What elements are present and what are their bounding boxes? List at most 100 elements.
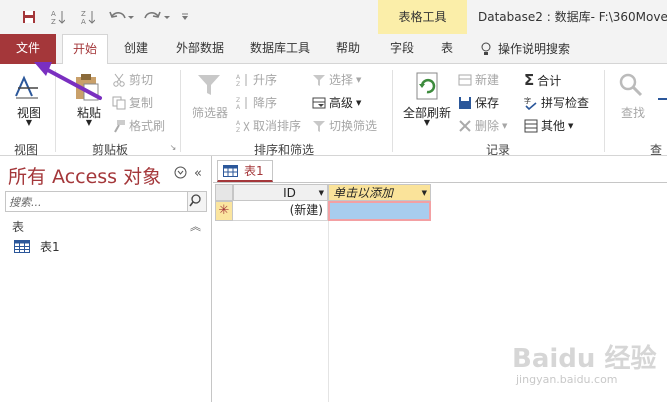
copy-icon	[112, 96, 126, 109]
refresh-all-icon[interactable]	[414, 72, 442, 102]
svg-text:A: A	[236, 120, 241, 127]
toggle-filter-button[interactable]: 切换筛选	[312, 117, 377, 134]
nav-search-placeholder: 搜索...	[9, 196, 42, 209]
new-record-button[interactable]: 新建	[458, 71, 499, 88]
tab-fields[interactable]: 字段	[384, 34, 420, 64]
tab-file[interactable]: 文件	[0, 34, 56, 64]
scissors-icon	[113, 73, 125, 87]
delete-dropdown-icon: ▼	[502, 121, 508, 130]
spelling-label: 拼写检查	[541, 96, 590, 110]
new-row-id-cell[interactable]: (新建)	[233, 201, 328, 221]
advanced-button[interactable]: 高级 ▼	[312, 94, 361, 111]
selection-button[interactable]: 选择 ▼	[312, 71, 361, 88]
tab-external-data[interactable]: 外部数据	[167, 34, 233, 64]
find-button[interactable]: 查找	[616, 104, 650, 121]
remove-sort-label: 取消排序	[253, 119, 302, 133]
undo-icon[interactable]	[106, 6, 136, 28]
svg-text:A: A	[51, 10, 56, 18]
svg-text:Z: Z	[51, 18, 56, 25]
nav-menu-dropdown-icon[interactable]	[174, 166, 187, 183]
advanced-dropdown-icon: ▼	[356, 98, 362, 107]
more-button[interactable]: 其他 ▼	[524, 117, 573, 134]
tab-table[interactable]: 表	[430, 34, 464, 64]
doc-tab-table1[interactable]: 表1	[217, 160, 273, 182]
refresh-dropdown-icon[interactable]: ▼	[422, 118, 432, 127]
sort-descending-icon: ZA	[236, 96, 247, 110]
sort-descending-qat-icon[interactable]: ZA	[78, 6, 98, 28]
svg-text:Z: Z	[236, 81, 240, 87]
funnel-icon[interactable]	[196, 72, 222, 98]
toggle-filter-label: 切换筛选	[329, 119, 378, 133]
nav-item-label: 表1	[40, 239, 60, 254]
group-separator	[55, 70, 56, 152]
copy-label: 复制	[129, 96, 154, 110]
watermark-url: jingyan.baidu.com	[516, 373, 618, 386]
cut-button[interactable]: 剪切	[112, 71, 153, 88]
totals-button[interactable]: Σ 合计	[524, 71, 561, 89]
table-icon	[223, 164, 238, 177]
more-dropdown-icon: ▼	[568, 121, 574, 130]
svg-text:字: 字	[524, 96, 531, 105]
remove-sort-button[interactable]: AZ 取消排序	[236, 117, 301, 134]
save-label: 保存	[475, 96, 500, 110]
replace-arrow-icon[interactable]	[658, 92, 667, 106]
group-separator	[392, 70, 393, 152]
paste-icon[interactable]	[72, 72, 102, 102]
select-all-corner[interactable]	[215, 184, 233, 201]
tab-home[interactable]: 开始	[62, 34, 108, 65]
lightbulb-icon	[481, 42, 491, 55]
tab-help[interactable]: 帮助	[327, 34, 369, 64]
more-icon	[524, 119, 538, 132]
new-row-add-cell[interactable]	[328, 201, 431, 221]
format-painter-button[interactable]: 格式刷	[112, 117, 165, 134]
column-dropdown-icon[interactable]: ▼	[319, 189, 324, 197]
search-icon[interactable]	[187, 192, 206, 211]
redo-icon[interactable]	[142, 6, 172, 28]
paste-dropdown-icon[interactable]: ▼	[84, 118, 94, 127]
column-header-label: ID	[283, 185, 296, 200]
spelling-button[interactable]: 字 拼写检查	[524, 94, 589, 111]
remove-sort-icon: AZ	[236, 120, 250, 133]
magnifier-icon[interactable]	[618, 72, 644, 98]
descending-button[interactable]: ZA 降序	[236, 94, 277, 111]
column-header-id[interactable]: ID ▼	[233, 184, 328, 201]
table-tools-label: 表格工具	[398, 10, 447, 24]
doc-tab-strip-border	[213, 182, 667, 183]
sort-ascending-icon: AZ	[236, 73, 247, 87]
view-icon[interactable]	[14, 72, 40, 100]
shutter-bar-close-icon[interactable]: «	[194, 166, 202, 181]
ascending-label: 升序	[253, 73, 278, 87]
tell-me-label: 操作说明搜索	[498, 42, 571, 56]
spelling-check-icon: 字	[524, 96, 537, 110]
column-dropdown-icon[interactable]: ▼	[422, 189, 427, 197]
collapse-group-icon[interactable]: ︽	[190, 218, 201, 234]
tab-database-tools[interactable]: 数据库工具	[243, 34, 317, 64]
save-record-icon	[459, 96, 471, 109]
delete-label: 删除	[475, 119, 500, 133]
descending-label: 降序	[253, 96, 278, 110]
column-header-click-to-add[interactable]: 单击以添加 ▼	[328, 184, 431, 201]
ascending-button[interactable]: AZ 升序	[236, 71, 277, 88]
clipboard-launcher-icon[interactable]: ↘	[168, 143, 178, 152]
paintbrush-icon	[114, 119, 125, 132]
delete-record-button[interactable]: 删除 ▼	[458, 117, 507, 134]
view-dropdown-icon[interactable]: ▼	[24, 118, 34, 127]
svg-text:Z: Z	[81, 10, 86, 18]
tables-group-header[interactable]: 表	[12, 218, 24, 235]
toggle-filter-icon	[313, 120, 325, 132]
new-record-selector-icon[interactable]: ✳	[215, 201, 233, 221]
tell-me-search[interactable]: 操作说明搜索	[480, 34, 590, 64]
copy-button[interactable]: 复制	[112, 94, 153, 111]
grid-column-line	[328, 221, 329, 402]
filter-button[interactable]: 筛选器	[190, 104, 230, 121]
tab-create[interactable]: 创建	[115, 34, 157, 64]
save-icon[interactable]	[18, 6, 40, 28]
sort-ascending-qat-icon[interactable]: AZ	[48, 6, 68, 28]
customize-qat-icon[interactable]	[178, 6, 192, 28]
nav-pane-title[interactable]: 所有 Access 对象	[8, 162, 161, 189]
selection-dropdown-icon: ▼	[356, 75, 362, 84]
new-label: 新建	[475, 73, 500, 87]
nav-item-table1[interactable]: 表1	[14, 237, 60, 255]
advanced-filter-icon	[312, 97, 326, 108]
save-record-button[interactable]: 保存	[458, 94, 499, 111]
